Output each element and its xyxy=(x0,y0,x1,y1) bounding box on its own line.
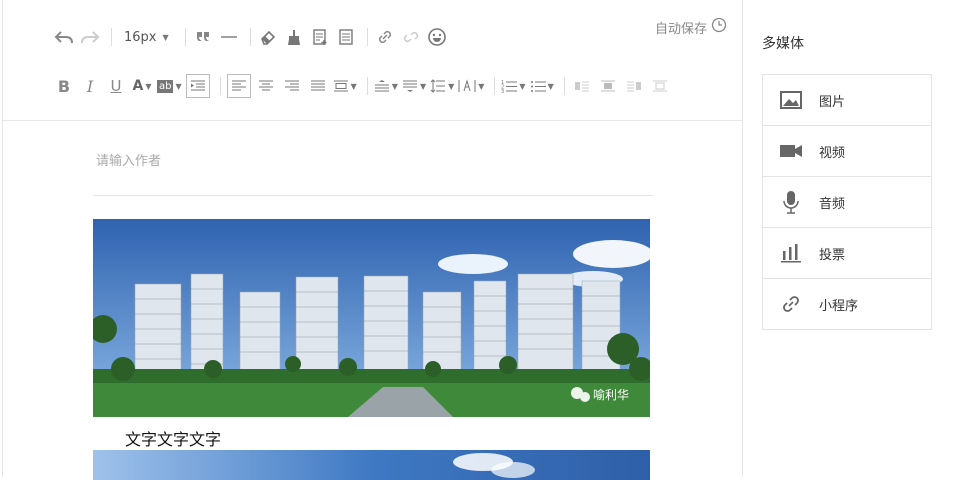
image-right-icon[interactable] xyxy=(623,75,645,97)
emoji-icon[interactable] xyxy=(426,26,448,48)
toolbar-separator xyxy=(366,77,368,95)
toolbar-separator xyxy=(366,28,368,46)
toolbar-separator xyxy=(563,77,565,95)
image-inline-icon[interactable] xyxy=(597,75,619,97)
paragraph-spacing-bottom-icon[interactable]: ▼ xyxy=(402,75,426,97)
clock-icon xyxy=(711,17,727,37)
ordered-list-icon[interactable]: 123 ▼ xyxy=(501,75,525,97)
bold-icon[interactable]: B xyxy=(53,75,75,97)
svg-text:3: 3 xyxy=(501,89,504,93)
toolbar-separator xyxy=(111,28,112,46)
media-label-audio: 音频 xyxy=(819,196,846,212)
chevron-down-icon: ▼ xyxy=(162,32,169,42)
toolbar-separator xyxy=(219,77,221,95)
caption-text[interactable]: 文字文字文字 xyxy=(125,426,221,450)
align-left-icon[interactable] xyxy=(226,74,251,98)
undo-icon[interactable] xyxy=(53,26,75,48)
font-size-select[interactable]: 16px ▼ xyxy=(118,26,175,48)
indent-icon[interactable] xyxy=(185,74,210,98)
toolbar-separator xyxy=(184,28,186,46)
align-center-icon[interactable] xyxy=(255,75,277,97)
font-color-icon[interactable]: A ▼ xyxy=(131,75,153,97)
font-size-value: 16px xyxy=(124,29,157,45)
horizontal-rule-icon[interactable] xyxy=(218,26,240,48)
link-icon xyxy=(763,293,819,315)
bar-chart-icon xyxy=(763,243,819,263)
align-right-icon[interactable] xyxy=(281,75,303,97)
editor-content: 请输入作者 xyxy=(93,140,653,196)
highlight-color-icon[interactable]: ab ▼ xyxy=(157,75,182,97)
unordered-list-icon[interactable]: ▼ xyxy=(530,75,554,97)
link-icon[interactable] xyxy=(374,26,396,48)
image-watermark: 喻利华 xyxy=(593,387,629,402)
document-icon[interactable] xyxy=(335,26,357,48)
article-image-second[interactable] xyxy=(93,450,650,480)
toolbar-row-2: B I U A ▼ ab ▼ ▼ ▼ ▼ ▼ ▼ 1 2 3 ▼ ▼ xyxy=(53,74,675,98)
media-label-video: 视频 xyxy=(819,145,846,161)
redo-icon[interactable] xyxy=(79,26,101,48)
underline-icon[interactable]: U xyxy=(105,75,127,97)
toolbar-separator xyxy=(494,77,496,95)
multimedia-sidebar: 多媒体 图片 视频 音频 投票 小程序 xyxy=(742,0,955,477)
line-height-icon[interactable]: ▼ xyxy=(430,75,454,97)
unlink-icon[interactable] xyxy=(400,26,422,48)
article-image-buildings[interactable]: 喻利华 xyxy=(93,219,650,417)
media-item-audio[interactable]: 音频 xyxy=(763,177,931,228)
autosave-status[interactable]: 自动保存 xyxy=(655,17,727,37)
media-item-image[interactable]: 图片 xyxy=(763,75,931,126)
video-icon xyxy=(763,143,819,159)
media-label-image: 图片 xyxy=(819,94,846,110)
quote-icon[interactable] xyxy=(192,26,214,48)
toolbar-separator xyxy=(249,28,251,46)
author-input[interactable]: 请输入作者 xyxy=(93,140,653,196)
paragraph-spacing-top-icon[interactable]: ▼ xyxy=(374,75,398,97)
media-list: 图片 视频 音频 投票 小程序 xyxy=(762,74,932,330)
image-icon xyxy=(763,91,819,109)
image-float-icon[interactable]: ▼ xyxy=(333,75,357,97)
media-item-mini-program[interactable]: 小程序 xyxy=(763,279,931,329)
letter-spacing-icon[interactable]: ▼ xyxy=(458,75,484,97)
editor-page: 16px ▼ 自动保存 B I U A ▼ ab ▼ ▼ ▼ ▼ ▼ ▼ 1 2… xyxy=(0,0,955,480)
eraser-icon[interactable] xyxy=(257,26,279,48)
italic-icon[interactable]: I xyxy=(79,75,101,97)
media-label-vote: 投票 xyxy=(819,247,846,263)
media-item-video[interactable]: 视频 xyxy=(763,126,931,177)
media-label-mini-program: 小程序 xyxy=(819,298,859,314)
toolbar-row-1: 16px ▼ xyxy=(53,25,452,49)
toolbar: 16px ▼ 自动保存 B I U A ▼ ab ▼ ▼ ▼ ▼ ▼ ▼ 1 2… xyxy=(3,0,742,121)
autosave-label: 自动保存 xyxy=(654,21,707,37)
sidebar-title: 多媒体 xyxy=(762,36,804,52)
media-item-vote[interactable]: 投票 xyxy=(763,228,931,279)
microphone-icon xyxy=(763,190,819,214)
image-center-icon[interactable] xyxy=(649,75,671,97)
image-left-icon[interactable] xyxy=(571,75,593,97)
align-justify-icon[interactable] xyxy=(307,75,329,97)
format-brush-icon[interactable] xyxy=(283,26,305,48)
insert-paragraph-icon[interactable] xyxy=(309,26,331,48)
